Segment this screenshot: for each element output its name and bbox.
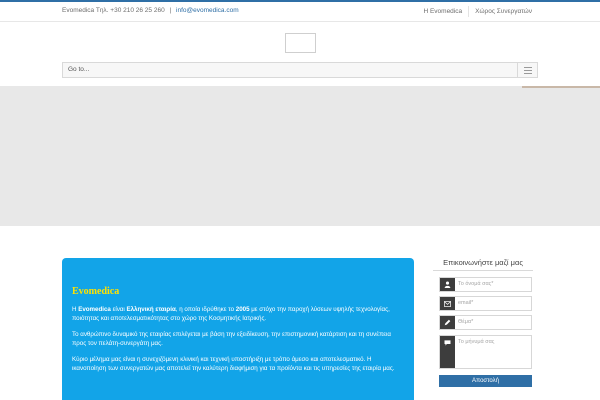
top-nav: Η Evomedica Χώρος Συνεργατών <box>417 6 538 17</box>
about-panel: Evomedica Η Evomedica είναι Ελληνική ετα… <box>62 258 414 400</box>
email-field[interactable]: email* <box>439 296 532 311</box>
email-placeholder: email* <box>458 300 474 306</box>
top-bar: Evomedica Tηλ. +30 210 26 25 260 | info@… <box>0 0 600 22</box>
email-icon <box>440 297 455 310</box>
nav-about[interactable]: Η Evomedica <box>417 6 468 17</box>
message-field[interactable]: Το μήνυμά σας <box>439 335 532 369</box>
nav-partners[interactable]: Χώρος Συνεργατών <box>468 6 538 17</box>
subject-field[interactable]: Θέμα* <box>439 315 532 330</box>
contact-email-link[interactable]: info@evomedica.com <box>176 7 239 14</box>
about-paragraph-2: Το ανθρώπινο δυναμικό της εταιρίας επιλέ… <box>72 331 391 347</box>
menu-select-label: Go to... <box>68 66 90 73</box>
submit-button[interactable]: Αποστολή <box>439 375 532 387</box>
message-placeholder: Το μήνυμά σας <box>458 339 495 345</box>
contact-form-divider <box>433 270 533 271</box>
name-placeholder: Το όνομά σας* <box>458 281 494 287</box>
contact-form-title: Επικοινωνήστε μαζί μας <box>443 258 523 267</box>
about-title: Evomedica <box>72 286 120 297</box>
contact-separator: | <box>169 7 172 14</box>
hero-image-edge <box>522 86 600 88</box>
about-paragraph-3: Κύριο μέλημα μας είναι η συνεχιζόμενη κλ… <box>72 356 395 372</box>
edit-icon <box>440 316 455 329</box>
logo[interactable] <box>285 33 316 53</box>
menu-select[interactable]: Go to... <box>62 62 538 78</box>
hero-banner <box>0 86 600 226</box>
about-paragraph-1: Η Evomedica είναι Ελληνική εταιρία, η οπ… <box>72 306 390 322</box>
subject-placeholder: Θέμα* <box>458 319 474 325</box>
user-icon <box>440 278 455 291</box>
hamburger-icon[interactable] <box>517 63 537 77</box>
comment-icon <box>440 336 455 368</box>
name-field[interactable]: Το όνομά σας* <box>439 277 532 292</box>
contact-line: Evomedica Tηλ. +30 210 26 25 260 | info@… <box>62 7 239 14</box>
contact-phone: Evomedica Tηλ. +30 210 26 25 260 <box>62 7 165 14</box>
